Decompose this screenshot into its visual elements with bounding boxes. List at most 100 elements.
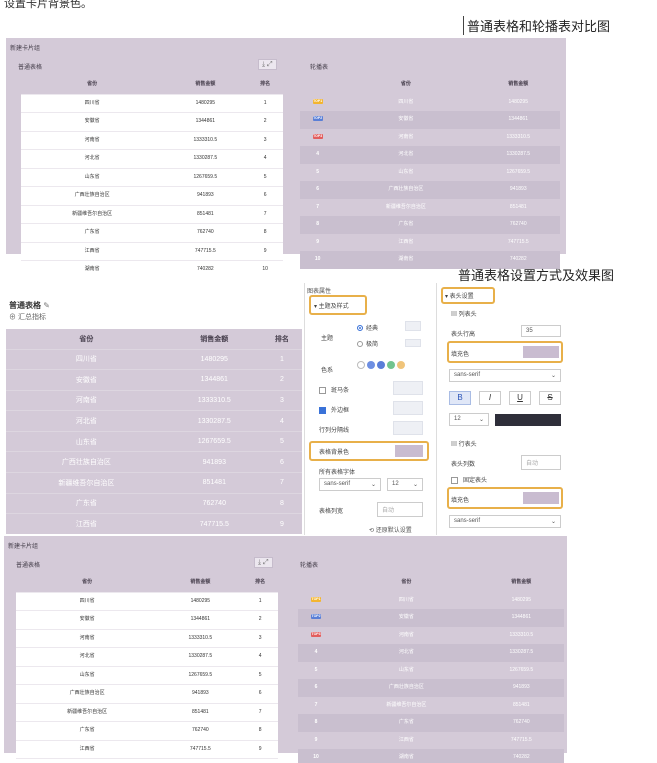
table-row: 新疆维吾尔自治区 851481 7 xyxy=(21,204,283,224)
caption-settings: 普通表格设置方式及效果图 xyxy=(458,268,615,283)
table-cell: 4 xyxy=(247,149,283,168)
theme-dark-option[interactable]: 极简 xyxy=(357,339,378,348)
table-row: 广西壮族自治区 941893 6 xyxy=(21,186,283,205)
section-theme-style[interactable]: ▾ 主题及样式 xyxy=(314,301,349,310)
reset-defaults-button[interactable]: ⟲ 还原默认设置 xyxy=(369,525,412,534)
table-cell: 941893 xyxy=(163,186,248,205)
color-dot-icon[interactable] xyxy=(397,361,405,369)
table-row: 新疆维吾尔自治区 851481 7 xyxy=(6,472,302,494)
table-cell: 广西壮族自治区 xyxy=(334,679,479,697)
section-header-settings[interactable]: ▾ 表头设置 xyxy=(445,291,474,300)
table-cell: 河北省 xyxy=(21,149,164,168)
table-cell: 1 xyxy=(247,93,283,113)
table-preview: 普通表格 ✎ ⊕ 汇总指标 省份 销售金额 排名 四川省 1480295 1 安徽省 1344… xyxy=(4,283,304,535)
font-family-select[interactable]: sans-serif ⌄ xyxy=(319,478,381,491)
table-row: 四川省 1480295 1 xyxy=(21,93,283,113)
outer-border-option[interactable]: 外边框 xyxy=(319,405,349,414)
table-bg-color-picker[interactable] xyxy=(395,445,423,457)
row-fill-color-picker[interactable] xyxy=(523,492,559,504)
table-cell: 四川省 xyxy=(16,591,159,611)
row-divider-label: 行列分隔线 xyxy=(319,428,350,434)
table-row: 河南省 1333310.5 3 xyxy=(16,628,278,648)
table-cell: 1344861 xyxy=(166,369,262,391)
rank-cell: 4 xyxy=(300,146,336,164)
table-cell: 广西壮族自治区 xyxy=(16,684,159,703)
table-cell: 安徽省 xyxy=(21,112,164,131)
table-row: 9 江西省 747715.5 xyxy=(298,731,564,749)
table-cell: 1480295 xyxy=(163,93,248,113)
table-cell: 河北省 xyxy=(16,647,159,666)
rank-cell: 8 xyxy=(300,216,336,234)
table-cell: 1330287.5 xyxy=(476,146,560,164)
divider-color-box xyxy=(393,421,423,435)
rank-cell: 6 xyxy=(298,679,335,697)
table-cell: 河南省 xyxy=(21,130,164,150)
table-cell: 941893 xyxy=(158,684,243,703)
bold-button[interactable]: B xyxy=(449,391,471,405)
row-header-font-select[interactable]: sans-serif ⌄ xyxy=(449,515,561,528)
table-cell: 10 xyxy=(247,260,283,279)
color-scheme-options[interactable] xyxy=(357,361,407,369)
checkbox-icon xyxy=(319,386,326,394)
color-dot-icon[interactable] xyxy=(367,361,375,369)
table-cell: 8 xyxy=(247,223,283,242)
table-row: TOP3 河南省 1333310.5 xyxy=(298,626,564,644)
table-row: TOP1 四川省 1480295 xyxy=(298,591,564,609)
table-row: 湖南省74028210 xyxy=(16,758,278,763)
table-cell: 747715.5 xyxy=(158,739,243,759)
table-row: 6 广西壮族自治区 941893 xyxy=(300,181,560,199)
italic-button[interactable]: I xyxy=(479,391,501,405)
table-cell: 1333310.5 xyxy=(158,628,243,648)
table-cell: 851481 xyxy=(478,696,564,714)
column-header: 省份 xyxy=(21,76,164,94)
edit-icon[interactable]: ✎ xyxy=(43,301,50,310)
font-size-select[interactable]: 12 ⌄ xyxy=(387,478,423,491)
table-header-row: 省份 销售金额 排名 xyxy=(16,574,278,592)
table-cell: 四川省 xyxy=(21,93,164,113)
table-row: 湖南省74028210 xyxy=(21,260,283,279)
table-header-row: 省份 销售金额 排名 xyxy=(6,329,302,349)
table-cell: 江西省 xyxy=(6,513,167,535)
color-dot-icon[interactable] xyxy=(377,361,385,369)
table-row: TOP2 安徽省 1344861 xyxy=(300,111,560,129)
header-font-size-select[interactable]: 12 ⌄ xyxy=(449,413,489,426)
chart-properties-panel: 图表属性 ▾ 主题及样式 主题 经典 极简 色系 斑马条 外边框 行列分隔线 表… xyxy=(304,283,434,535)
table-cell: 8 xyxy=(261,492,302,514)
table-cell: 851481 xyxy=(166,472,262,494)
radio-icon xyxy=(357,341,363,348)
plain-table-title: 普通表格 xyxy=(16,563,41,569)
table-row: 9 江西省 747715.5 xyxy=(300,233,560,251)
column-fill-color-picker[interactable] xyxy=(523,346,559,358)
header-row-height-input[interactable]: 35 xyxy=(521,325,561,337)
table-row: 5 山东省 1267659.5 xyxy=(300,163,560,181)
underline-button[interactable]: U xyxy=(509,391,531,405)
table-row: 山东省 1267659.5 5 xyxy=(6,430,302,452)
zebra-stripe-option[interactable]: 斑马条 xyxy=(319,385,349,394)
table-cell: 1480295 xyxy=(166,348,262,370)
table-tools-icon[interactable]: ⤓ ⤢ xyxy=(258,59,277,70)
table-row: 4 河北省 1330287.5 xyxy=(300,146,560,164)
color-dot-icon[interactable] xyxy=(357,361,365,369)
table-cell: 山东省 xyxy=(335,163,477,181)
table-cell: 1330287.5 xyxy=(163,149,248,168)
strikethrough-button[interactable]: S xyxy=(539,391,561,405)
summary-indicator[interactable]: ⊕ 汇总指标 xyxy=(9,312,46,322)
header-font-color-picker[interactable] xyxy=(495,414,561,426)
table-row: 新疆维吾尔自治区 851481 7 xyxy=(16,702,278,722)
table-row: 山东省 1267659.5 5 xyxy=(16,665,278,685)
radio-selected-icon xyxy=(357,325,363,332)
table-row: 广东省 762740 8 xyxy=(21,223,283,242)
rank-cell: TOP1 xyxy=(300,93,336,111)
table-row: 江西省 747715.5 9 xyxy=(6,513,302,535)
table-cell: 1344861 xyxy=(476,111,560,129)
fixed-header-option[interactable]: 固定表头 xyxy=(451,475,487,484)
column-width-input[interactable]: 自动 xyxy=(377,502,423,517)
theme-classic-option[interactable]: 经典 xyxy=(357,323,378,332)
table-row: 8 广东省 762740 xyxy=(298,714,564,732)
table-cell: 安徽省 xyxy=(335,111,477,129)
header-column-count-input[interactable]: 自动 xyxy=(521,455,561,470)
table-header-row: 省份 销售金额 排名 xyxy=(21,76,283,94)
header-font-select[interactable]: sans-serif ⌄ xyxy=(449,369,561,382)
color-dot-icon[interactable] xyxy=(387,361,395,369)
table-tools-icon[interactable]: ⤓ ⤢ xyxy=(254,557,273,568)
